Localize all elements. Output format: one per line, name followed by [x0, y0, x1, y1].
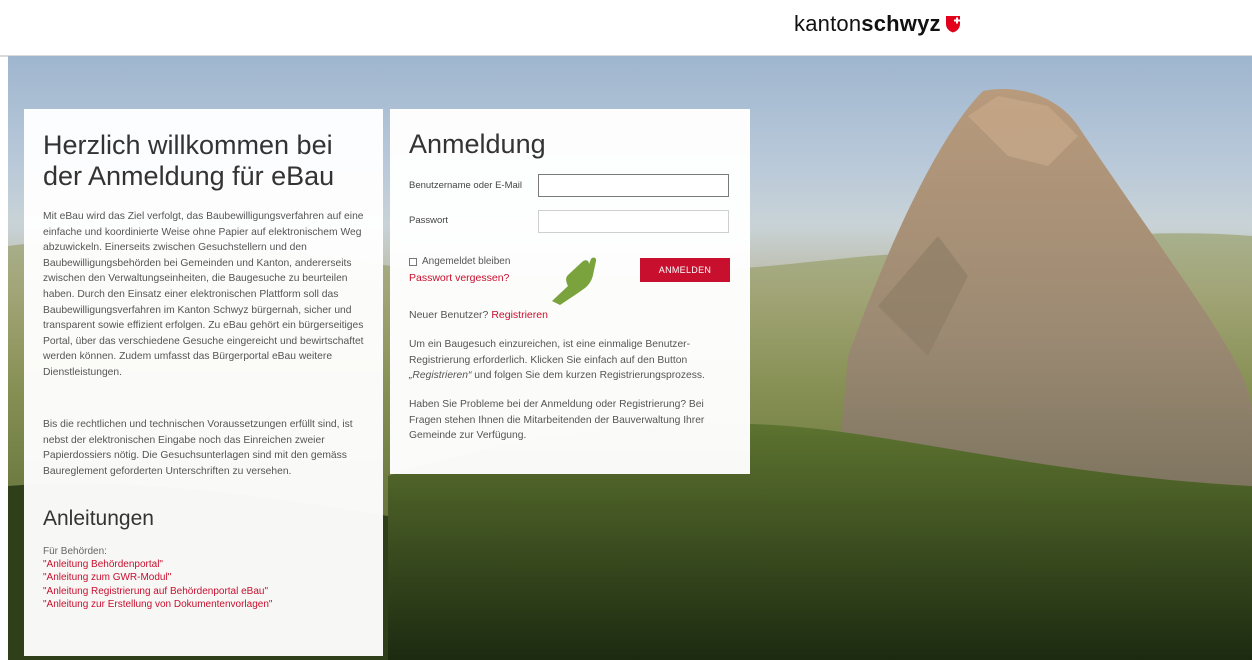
logo-text-bold: schwyz: [861, 11, 941, 36]
guide-link-registrierung[interactable]: "Anleitung Registrierung auf Behördenpor…: [43, 585, 272, 598]
username-label: Benutzername oder E-Mail: [409, 180, 522, 191]
help-info: Haben Sie Probleme bei der Anmeldung ode…: [409, 399, 705, 441]
registration-info-text-b: und folgen Sie dem kurzen Registrierungs…: [471, 370, 705, 381]
username-input[interactable]: [538, 174, 729, 197]
registration-info-text-a: Um ein Baugesuch einzureichen, ist eine …: [409, 339, 691, 366]
guide-link-dokumentenvorlagen[interactable]: "Anleitung zur Erstellung von Dokumenten…: [43, 598, 272, 611]
remember-me-label: Angemeldet bleiben: [422, 256, 511, 267]
new-user-line: Neuer Benutzer? Registrieren: [409, 309, 548, 321]
guides-title: Anleitungen: [43, 507, 154, 530]
pointing-hand-icon: [552, 257, 597, 305]
password-label: Passwort: [409, 215, 449, 226]
register-link[interactable]: Registrieren: [491, 309, 548, 321]
welcome-paragraph-2: Bis die rechtlichen und technischen Vora…: [43, 419, 353, 477]
guide-link-gwr-modul[interactable]: "Anleitung zum GWR-Modul": [43, 571, 272, 584]
header: kanton schwyz: [0, 0, 1252, 57]
welcome-title: Herzlich willkommen bei der Anmeldung fü…: [43, 130, 335, 191]
password-input[interactable]: [538, 210, 729, 233]
schwyz-shield-icon: [945, 16, 960, 33]
kanton-schwyz-logo[interactable]: kanton schwyz: [794, 11, 961, 36]
new-user-prefix: Neuer Benutzer?: [409, 309, 489, 321]
guides-list: Für Behörden: "Anleitung Behördenportal"…: [43, 545, 272, 611]
checkbox-icon[interactable]: [409, 257, 417, 266]
guide-link-behoerdenportal[interactable]: "Anleitung Behördenportal": [43, 558, 272, 571]
logo-text-light: kanton: [794, 11, 862, 36]
login-button[interactable]: ANMELDEN: [640, 258, 730, 282]
welcome-paragraph-1: Mit eBau wird das Ziel verfolgt, das Bau…: [43, 211, 364, 378]
registration-info: Um ein Baugesuch einzureichen, ist eine …: [409, 337, 739, 384]
registration-info-emphasis: „Registrieren“: [409, 370, 472, 381]
guides-label: Für Behörden:: [43, 546, 107, 557]
remember-me-checkbox[interactable]: Angemeldet bleiben: [409, 256, 510, 267]
forgot-password-link[interactable]: Passwort vergessen?: [409, 272, 509, 284]
login-title: Anmeldung: [409, 129, 546, 159]
